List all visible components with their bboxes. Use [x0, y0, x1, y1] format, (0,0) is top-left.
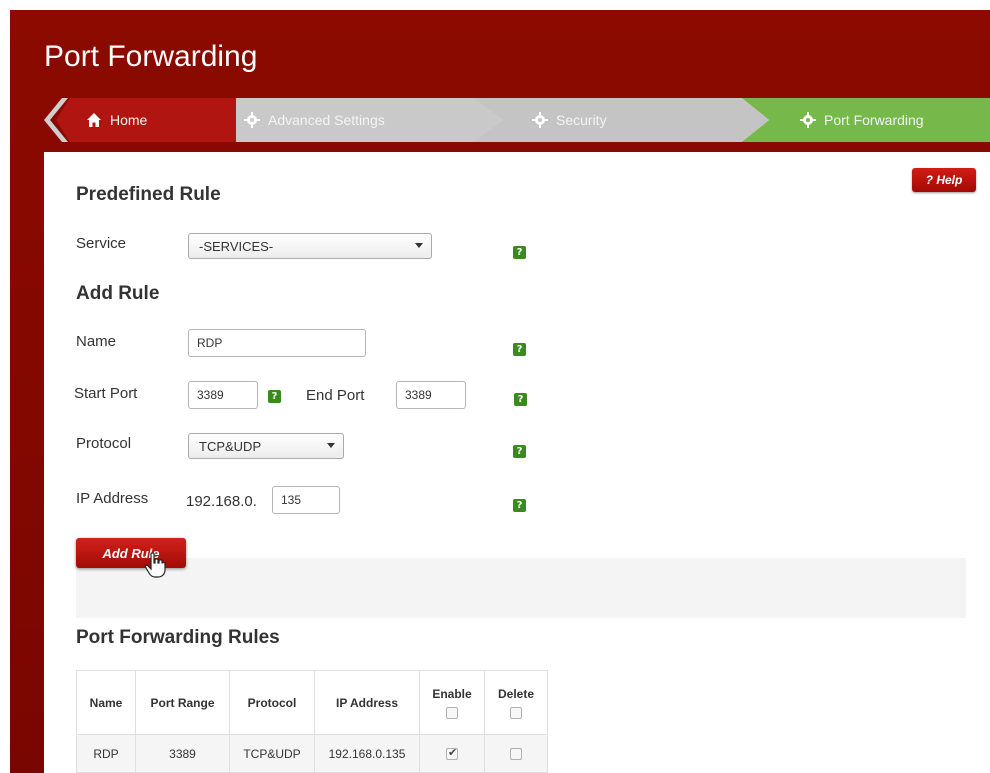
rule-delete-cell	[484, 734, 548, 773]
name-label: Name	[76, 333, 117, 350]
end-port-field[interactable]: 3389	[396, 381, 466, 409]
column-header-enable: Enable	[419, 670, 485, 735]
column-header-delete: Delete	[484, 670, 548, 735]
chevron-down-icon	[415, 243, 423, 248]
breadcrumb-port-forwarding[interactable]: Port Forwarding	[742, 98, 990, 142]
add-rule-heading: Add Rule	[76, 283, 160, 304]
service-label: Service	[76, 235, 127, 252]
add-rule-button[interactable]: Add Rule	[76, 538, 186, 568]
enable-all-checkbox[interactable]	[446, 706, 458, 719]
protocol-select[interactable]: TCP&UDP	[188, 433, 344, 459]
breadcrumb-home-label: Home	[110, 112, 148, 128]
gear-icon	[244, 112, 260, 128]
page-title: Port Forwarding	[44, 40, 258, 73]
column-header-ip-address: IP Address	[314, 670, 420, 735]
ip-last-octet-field[interactable]: 135	[272, 486, 340, 514]
rule-protocol-cell: TCP&UDP	[229, 734, 315, 773]
breadcrumb: Advanced Settings Security Port Forwardi…	[44, 98, 990, 142]
rule-ip-cell: 192.168.0.135	[314, 734, 420, 773]
ip-prefix: 192.168.0.	[186, 493, 257, 510]
start-port-field[interactable]: 3389	[188, 381, 258, 409]
predefined-rule-heading: Predefined Rule	[76, 184, 221, 205]
protocol-label: Protocol	[76, 435, 132, 452]
help-button[interactable]: ? Help	[912, 168, 976, 192]
help-icon[interactable]: ?	[513, 445, 526, 458]
name-field[interactable]: RDP	[188, 329, 366, 357]
rules-heading: Port Forwarding Rules	[76, 627, 280, 648]
rules-table: Name Port Range Protocol IP Address Enab…	[76, 670, 548, 773]
table-row: RDP 3389 TCP&UDP 192.168.0.135	[76, 734, 548, 773]
gear-icon	[532, 112, 548, 128]
help-icon[interactable]: ?	[514, 393, 527, 406]
breadcrumb-port-forwarding-label: Port Forwarding	[824, 112, 924, 128]
rule-name-cell: RDP	[76, 734, 136, 773]
protocol-select-value: TCP&UDP	[199, 438, 262, 454]
start-port-label: Start Port	[74, 385, 138, 402]
service-select[interactable]: -SERVICES-	[188, 233, 432, 259]
service-select-value: -SERVICES-	[199, 238, 274, 254]
delete-all-checkbox[interactable]	[510, 706, 522, 719]
hand-cursor-icon	[144, 552, 166, 578]
home-icon	[86, 112, 102, 128]
rule-enable-checkbox[interactable]	[446, 746, 458, 761]
breadcrumb-home[interactable]: Home	[56, 98, 236, 142]
help-icon[interactable]: ?	[268, 390, 281, 403]
rule-enable-cell	[419, 734, 485, 773]
column-header-port-range: Port Range	[135, 670, 230, 735]
end-port-label: End Port	[306, 387, 365, 404]
gear-icon	[800, 112, 816, 128]
ip-address-label: IP Address	[76, 490, 149, 507]
column-header-name: Name	[76, 670, 136, 735]
chevron-down-icon	[327, 443, 335, 448]
rule-port-range-cell: 3389	[135, 734, 230, 773]
help-icon[interactable]: ?	[513, 246, 526, 259]
delete-header-label: Delete	[497, 686, 535, 701]
enable-header-label: Enable	[432, 686, 472, 701]
action-bar	[76, 558, 966, 618]
breadcrumb-advanced-label: Advanced Settings	[268, 112, 385, 128]
help-icon[interactable]: ?	[513, 499, 526, 512]
rule-delete-checkbox[interactable]	[510, 748, 522, 761]
breadcrumb-security-label: Security	[556, 112, 607, 128]
help-icon[interactable]: ?	[513, 343, 526, 356]
column-header-protocol: Protocol	[229, 670, 315, 735]
table-header-row: Name Port Range Protocol IP Address Enab…	[76, 670, 548, 735]
main-content: ? Help Predefined Rule Service -SERVICES…	[44, 152, 990, 773]
